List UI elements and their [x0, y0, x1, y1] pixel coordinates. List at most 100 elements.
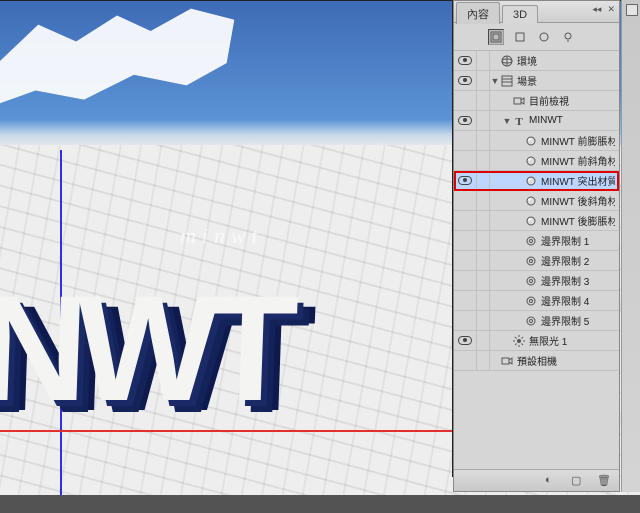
lock-column[interactable] — [476, 351, 490, 371]
tree-row[interactable]: 環境 — [454, 51, 619, 71]
filter-scene-icon[interactable] — [488, 29, 504, 45]
lock-column[interactable] — [476, 311, 490, 331]
svg-text:T: T — [515, 116, 523, 127]
filter-mesh-icon[interactable] — [512, 29, 528, 45]
visibility-toggle[interactable] — [454, 351, 476, 371]
visibility-toggle[interactable] — [454, 91, 476, 111]
panel-tab-strip: 內容 3D ◂◂ ✕ — [454, 1, 619, 23]
light-icon — [512, 334, 526, 348]
lock-column[interactable] — [476, 171, 490, 191]
panel-dock-gutter[interactable] — [621, 0, 640, 492]
tree-row[interactable]: 邊界限制 4 — [454, 291, 619, 311]
visibility-toggle[interactable] — [454, 171, 476, 191]
lock-column[interactable] — [476, 131, 490, 151]
lock-column[interactable] — [476, 211, 490, 231]
lock-column[interactable] — [476, 271, 490, 291]
close-icon[interactable]: ✕ — [607, 4, 615, 15]
lock-column[interactable] — [476, 331, 490, 351]
con-icon — [524, 234, 538, 248]
lock-column[interactable] — [476, 251, 490, 271]
lock-column[interactable] — [476, 111, 490, 131]
visibility-toggle[interactable] — [454, 131, 476, 151]
visibility-toggle[interactable] — [454, 311, 476, 331]
tree-item-label: 預設相機 — [517, 353, 557, 368]
mat-icon — [524, 174, 538, 188]
filter-light-icon[interactable] — [560, 29, 576, 45]
lock-column[interactable] — [476, 291, 490, 311]
visibility-toggle[interactable] — [454, 291, 476, 311]
mat-icon — [524, 134, 538, 148]
visibility-toggle[interactable] — [454, 51, 476, 71]
cam-icon — [500, 354, 514, 368]
visibility-toggle[interactable] — [454, 191, 476, 211]
visibility-toggle[interactable] — [454, 331, 476, 351]
tree-item-label: 環境 — [517, 53, 537, 68]
tree-row[interactable]: MINWT 前膨脹材質 — [454, 131, 619, 151]
tree-item-label: MINWT — [529, 115, 563, 126]
lock-column[interactable] — [476, 71, 490, 91]
lock-column[interactable] — [476, 51, 490, 71]
tree-item-label: 邊界限制 2 — [541, 253, 589, 268]
visibility-toggle[interactable] — [454, 251, 476, 271]
lock-column[interactable] — [476, 191, 490, 211]
tree-row[interactable]: 邊界限制 3 — [454, 271, 619, 291]
tree-item-label: MINWT 前斜角材質 — [541, 153, 615, 168]
visibility-toggle[interactable] — [454, 111, 476, 131]
tab-properties[interactable]: 內容 — [456, 2, 500, 24]
disclosure-triangle[interactable]: ▼ — [490, 76, 500, 86]
cam-icon — [512, 94, 526, 108]
tree-row[interactable]: ▼T MINWT — [454, 111, 619, 131]
3d-scene-tree[interactable]: 環境▼場景目前檢視▼TMINWTMINWT 前膨脹材質MINWT 前斜角材質MI… — [454, 51, 619, 469]
lock-column[interactable] — [476, 91, 490, 111]
tree-row[interactable]: 邊界限制 1 — [454, 231, 619, 251]
filter-toolbar — [454, 23, 619, 51]
collapse-icon[interactable]: ◂◂ — [592, 4, 601, 15]
tree-item-label: 邊界限制 4 — [541, 293, 589, 308]
lock-column[interactable] — [476, 151, 490, 171]
disclosure-triangle[interactable]: ▼ — [502, 116, 512, 126]
tree-row[interactable]: 目前檢視 — [454, 91, 619, 111]
visibility-toggle[interactable] — [454, 151, 476, 171]
mat-icon — [524, 154, 538, 168]
new-light-icon[interactable]: ◐ — [545, 474, 559, 488]
con-icon — [524, 314, 538, 328]
tree-row[interactable]: 預設相機 — [454, 351, 619, 371]
scene-icon — [500, 74, 514, 88]
tree-row[interactable]: MINWT 突出材質 — [454, 171, 619, 191]
tree-item-label: 邊界限制 5 — [541, 313, 589, 328]
eye-icon — [458, 116, 472, 125]
delete-icon[interactable]: 🗑 — [597, 474, 611, 488]
env-icon — [500, 54, 514, 68]
tree-row[interactable]: MINWT 後斜角材質 — [454, 191, 619, 211]
tree-item-label: MINWT 突出材質 — [541, 173, 615, 188]
tree-row[interactable]: ▼ 場景 — [454, 71, 619, 91]
new-layer-icon[interactable]: ▢ — [571, 474, 585, 488]
tree-row[interactable]: 無限光 1 — [454, 331, 619, 351]
eye-icon — [458, 336, 472, 345]
tree-item-label: MINWT 後膨脹材質 — [541, 213, 615, 228]
visibility-toggle[interactable] — [454, 231, 476, 251]
mesh-icon: T — [512, 114, 526, 128]
con-icon — [524, 294, 538, 308]
filter-material-icon[interactable] — [536, 29, 552, 45]
con-icon — [524, 254, 538, 268]
tree-item-label: 場景 — [517, 73, 537, 88]
lock-column[interactable] — [476, 231, 490, 251]
mat-icon — [524, 194, 538, 208]
visibility-toggle[interactable] — [454, 71, 476, 91]
tree-item-label: 目前檢視 — [529, 93, 569, 108]
tree-item-label: MINWT 後斜角材質 — [541, 193, 615, 208]
tree-row[interactable]: MINWT 後膨脹材質 — [454, 211, 619, 231]
tree-row[interactable]: 邊界限制 2 — [454, 251, 619, 271]
tab-3d[interactable]: 3D — [502, 5, 538, 23]
visibility-toggle[interactable] — [454, 211, 476, 231]
tree-item-label: 邊界限制 1 — [541, 233, 589, 248]
con-icon — [524, 274, 538, 288]
panel-window-controls: ◂◂ ✕ — [592, 4, 615, 15]
tree-row[interactable]: MINWT 前斜角材質 — [454, 151, 619, 171]
tree-item-label: 無限光 1 — [529, 333, 567, 348]
3d-text-object[interactable]: NWT — [0, 262, 289, 435]
visibility-toggle[interactable] — [454, 271, 476, 291]
tree-row[interactable]: 邊界限制 5 — [454, 311, 619, 331]
eye-icon — [458, 176, 472, 185]
